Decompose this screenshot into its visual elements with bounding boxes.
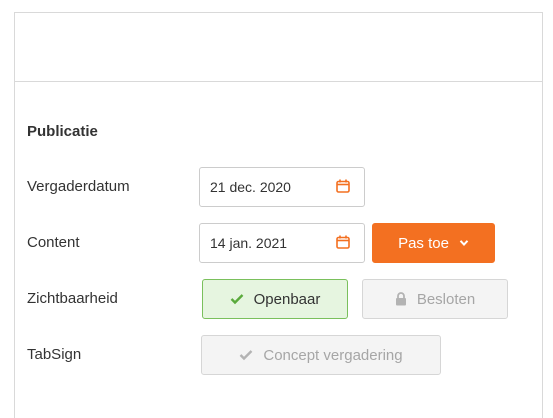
concept-vergadering-button[interactable]: Concept vergadering: [201, 335, 441, 375]
calendar-icon[interactable]: [336, 235, 350, 249]
vergaderdatum-label: Vergaderdatum: [27, 178, 130, 195]
vergaderdatum-date-value: 21 dec. 2020: [210, 179, 291, 195]
openbaar-button[interactable]: Openbaar: [202, 279, 348, 319]
vergaderdatum-date-field[interactable]: 21 dec. 2020: [199, 167, 365, 207]
besloten-button[interactable]: Besloten: [362, 279, 508, 319]
content-label: Content: [27, 234, 80, 251]
publication-panel: Publicatie Vergaderdatum 21 dec. 2020 Co…: [14, 12, 543, 418]
content-date-field[interactable]: 14 jan. 2021: [199, 223, 365, 263]
check-icon: [240, 350, 253, 361]
tabsign-label: TabSign: [27, 346, 82, 363]
apply-button-label: Pas toe: [398, 234, 449, 252]
lock-icon: [395, 292, 406, 306]
besloten-label: Besloten: [416, 290, 476, 308]
calendar-icon[interactable]: [336, 179, 350, 193]
concept-vergadering-label: Concept vergadering: [263, 346, 403, 364]
chevron-down-icon: [459, 240, 469, 246]
panel-header: [15, 13, 542, 82]
content-date-value: 14 jan. 2021: [210, 235, 288, 251]
check-icon: [230, 294, 243, 305]
apply-button[interactable]: Pas toe: [372, 223, 495, 263]
openbaar-label: Openbaar: [253, 290, 321, 308]
section-title: Publicatie: [27, 123, 98, 140]
zichtbaarheid-label: Zichtbaarheid: [27, 290, 118, 307]
